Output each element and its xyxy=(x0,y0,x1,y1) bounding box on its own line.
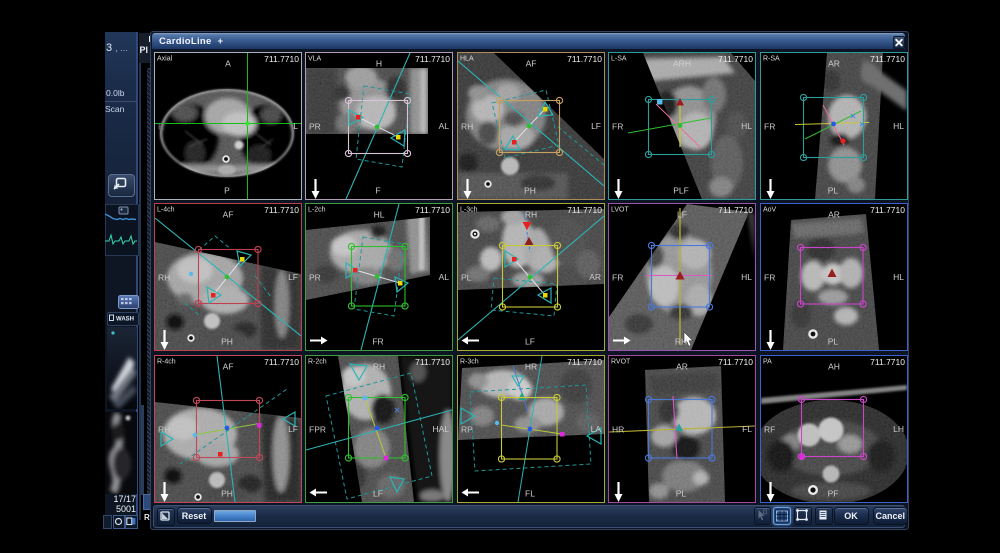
svg-text:L-4ch: L-4ch xyxy=(157,207,175,214)
svg-text:711.7710: 711.7710 xyxy=(870,205,905,215)
svg-text:AR: AR xyxy=(676,361,688,371)
svg-text:711.7710: 711.7710 xyxy=(718,54,753,64)
svg-text:711.7710: 711.7710 xyxy=(415,54,450,64)
svg-text:LA: LA xyxy=(590,424,601,434)
svg-text:AF: AF xyxy=(222,210,233,220)
svg-text:711.7710: 711.7710 xyxy=(870,54,905,64)
svg-text:FR: FR xyxy=(764,121,775,131)
svg-text:AL: AL xyxy=(439,121,450,131)
svg-text:R-2ch: R-2ch xyxy=(308,358,327,365)
svg-text:711.7710: 711.7710 xyxy=(718,205,753,215)
svg-text:RP: RP xyxy=(461,424,473,434)
svg-text:AR: AR xyxy=(589,272,601,282)
svg-text:RH: RH xyxy=(675,337,687,347)
svg-text:LVOT: LVOT xyxy=(611,207,629,214)
svg-text:AF: AF xyxy=(525,58,536,68)
svg-text:RH: RH xyxy=(158,424,170,434)
svg-text:Axial: Axial xyxy=(157,55,173,62)
svg-text:AH: AH xyxy=(828,361,840,371)
svg-text:PR: PR xyxy=(309,273,321,283)
svg-text:711.7710: 711.7710 xyxy=(264,54,299,64)
svg-text:711.7710: 711.7710 xyxy=(718,357,753,367)
svg-text:711.7710: 711.7710 xyxy=(567,205,602,215)
svg-text:FR: FR xyxy=(764,273,775,283)
svg-text:FL: FL xyxy=(742,424,752,434)
svg-text:PA: PA xyxy=(763,358,772,365)
svg-text:HL: HL xyxy=(741,121,752,131)
svg-text:HL: HL xyxy=(893,121,904,131)
svg-text:LH: LH xyxy=(893,424,904,434)
svg-text:711.7710: 711.7710 xyxy=(264,357,299,367)
svg-text:PL: PL xyxy=(676,488,687,498)
svg-text:WASH: WASH xyxy=(116,317,134,323)
svg-text:AR: AR xyxy=(828,58,840,68)
svg-text:711.7710: 711.7710 xyxy=(567,357,602,367)
svg-text:L-3ch: L-3ch xyxy=(460,207,478,214)
svg-text:PF: PF xyxy=(827,488,838,498)
svg-text:AL: AL xyxy=(439,272,450,282)
svg-text:P: P xyxy=(224,185,230,195)
svg-text:L-SA: L-SA xyxy=(611,55,627,62)
svg-text:R-4ch: R-4ch xyxy=(157,358,176,365)
svg-text:R: R xyxy=(158,121,164,131)
svg-text:L: L xyxy=(293,121,298,131)
svg-text:FPR: FPR xyxy=(309,424,326,434)
svg-text:LF: LF xyxy=(591,121,601,131)
svg-text:AF: AF xyxy=(222,361,233,371)
svg-text:H: H xyxy=(376,58,382,68)
svg-text:ARH: ARH xyxy=(673,58,691,68)
svg-text:FL: FL xyxy=(525,488,535,498)
svg-text:FR: FR xyxy=(612,121,623,131)
svg-text:LF: LF xyxy=(525,337,535,347)
svg-text:L-2ch: L-2ch xyxy=(308,207,326,214)
svg-text:RH: RH xyxy=(461,121,473,131)
svg-text:RVOT: RVOT xyxy=(611,358,631,365)
svg-text:LF: LF xyxy=(288,424,298,434)
svg-text:711.7710: 711.7710 xyxy=(264,205,299,215)
svg-text:HL: HL xyxy=(741,272,752,282)
svg-text:HLA: HLA xyxy=(460,55,474,62)
svg-text:RF: RF xyxy=(764,424,775,434)
svg-text:PH: PH xyxy=(221,337,233,347)
svg-text:711.7710: 711.7710 xyxy=(870,357,905,367)
svg-text:AoV: AoV xyxy=(763,207,777,214)
svg-text:AR: AR xyxy=(828,210,840,220)
svg-text:PLF: PLF xyxy=(673,185,689,195)
svg-text:A: A xyxy=(225,58,231,68)
svg-text:R-3ch: R-3ch xyxy=(460,358,479,365)
svg-text:PH: PH xyxy=(524,185,536,195)
svg-text:FR: FR xyxy=(612,273,623,283)
svg-text:R-SA: R-SA xyxy=(763,55,780,62)
svg-text:VLA: VLA xyxy=(308,55,322,62)
svg-text:PL: PL xyxy=(827,337,838,347)
svg-text:711.7710: 711.7710 xyxy=(567,54,602,64)
svg-text:LF: LF xyxy=(677,210,687,220)
svg-text:FR: FR xyxy=(372,337,383,347)
svg-text:PL: PL xyxy=(461,273,472,283)
svg-text:F: F xyxy=(375,185,380,195)
svg-text:LF: LF xyxy=(373,488,383,498)
svg-text:PL: PL xyxy=(827,185,838,195)
svg-text:711.7710: 711.7710 xyxy=(415,357,450,367)
svg-text:HL: HL xyxy=(893,272,904,282)
svg-text:HL: HL xyxy=(374,210,385,220)
svg-text:RH: RH xyxy=(524,210,536,220)
svg-text:HR: HR xyxy=(612,424,624,434)
svg-text:HR: HR xyxy=(524,361,536,371)
svg-text:711.7710: 711.7710 xyxy=(415,205,450,215)
svg-text:HAL: HAL xyxy=(432,424,449,434)
svg-text:PR: PR xyxy=(309,121,321,131)
svg-text:RH: RH xyxy=(158,273,170,283)
svg-text:PH: PH xyxy=(221,488,233,498)
svg-text:LF: LF xyxy=(288,272,298,282)
svg-text:RH: RH xyxy=(373,361,385,371)
